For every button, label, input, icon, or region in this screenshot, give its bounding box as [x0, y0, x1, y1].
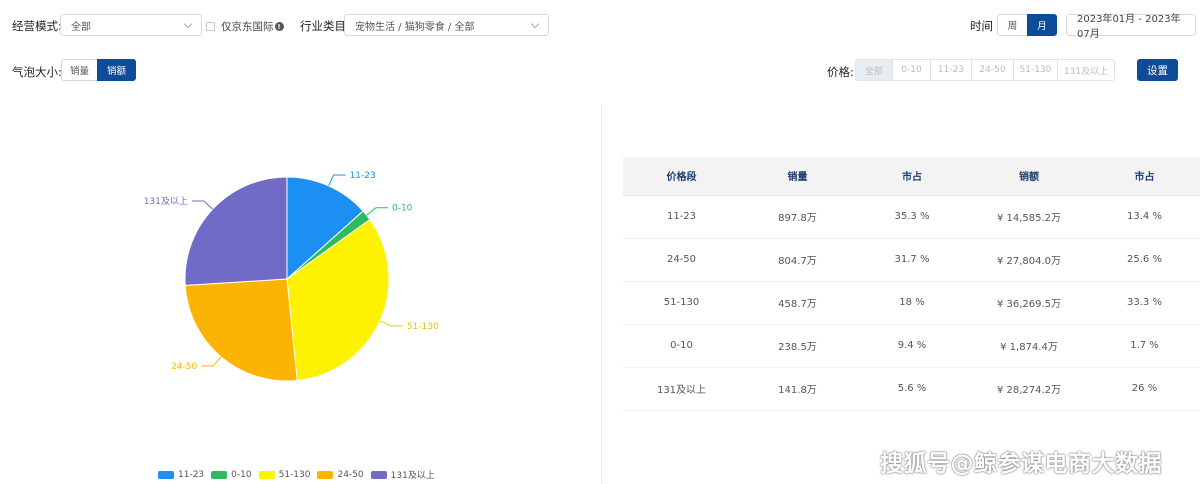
price-option-24-50[interactable]: 24-50 — [971, 59, 1014, 81]
cell-volume: 804.7万 — [740, 238, 855, 282]
legend-label: 24-50 — [337, 469, 364, 480]
pie-label-131及以上: 131及以上 — [144, 196, 188, 207]
cell-sales: ¥ 14,585.2万 — [969, 195, 1089, 239]
pie-label-24-50: 24-50 — [171, 362, 197, 372]
cell-price-segment: 11-23 — [623, 195, 740, 239]
price-option-0-10[interactable]: 0-10 — [892, 59, 931, 81]
bubble-size-label: 气泡大小: — [12, 65, 62, 79]
header-sales-share: 市占 — [1089, 157, 1200, 196]
chevron-down-icon — [530, 19, 540, 28]
category-label: 行业类目 — [300, 19, 346, 33]
table-header-row: 价格段 销量 市占 销额 市占 — [623, 157, 1200, 196]
time-option-week[interactable]: 周 — [997, 14, 1028, 36]
legend-label: 0-10 — [231, 469, 252, 480]
time-granularity-toggle[interactable]: 周 月 — [997, 14, 1057, 36]
header-sales: 销额 — [969, 157, 1089, 196]
cell-volume-share: 5.6 % — [855, 367, 969, 411]
table-row: 11-23 897.8万 35.3 % ¥ 14,585.2万 13.4 % — [623, 195, 1200, 239]
price-label: 价格: — [827, 65, 854, 79]
pie-leader-line — [191, 200, 213, 210]
watermark-text: 搜狐号@鲸参谋电商大数据 — [880, 451, 1162, 477]
cell-sales-share: 26 % — [1089, 367, 1200, 411]
cell-volume: 897.8万 — [740, 195, 855, 239]
header-price-segment: 价格段 — [623, 157, 740, 196]
time-option-month[interactable]: 月 — [1027, 14, 1057, 36]
header-volume: 销量 — [740, 157, 855, 196]
business-mode-select[interactable]: 全部 — [60, 14, 202, 36]
panel-divider — [601, 104, 602, 484]
legend-swatch — [258, 470, 275, 479]
cell-price-segment: 24-50 — [623, 238, 740, 282]
pie-slice-131及以上[interactable] — [184, 176, 288, 286]
price-option-11-23[interactable]: 11-23 — [930, 59, 972, 81]
table-row: 51-130 458.7万 18 % ¥ 36,269.5万 33.3 % — [623, 281, 1200, 325]
price-option-131-up[interactable]: 131及以上 — [1057, 59, 1115, 81]
cell-volume: 238.5万 — [740, 324, 855, 368]
cell-price-segment: 131及以上 — [623, 367, 740, 411]
legend-item-51-130[interactable]: 51-130 — [258, 469, 311, 480]
date-range-value: 2023年01月 - 2023年07月 — [1077, 14, 1181, 40]
price-segment-table-container: 价格段 销量 市占 销额 市占 11-23 897.8万 35.3 % ¥ 14… — [623, 157, 1200, 411]
legend-swatch — [370, 470, 387, 479]
cell-volume: 458.7万 — [740, 281, 855, 325]
legend-swatch — [158, 470, 174, 479]
cell-sales: ¥ 36,269.5万 — [969, 281, 1089, 325]
jd-intl-checkbox[interactable] — [206, 22, 215, 31]
jd-intl-checkbox-group[interactable]: 仅京东国际 ! — [206, 19, 284, 34]
cell-volume: 141.8万 — [740, 367, 855, 411]
bubble-option-sales[interactable]: 销额 — [97, 59, 136, 81]
cell-volume-share: 35.3 % — [855, 195, 969, 239]
legend-swatch — [317, 470, 334, 479]
chevron-down-icon — [183, 19, 193, 28]
cell-volume-share: 9.4 % — [855, 324, 969, 368]
legend-item-24-50[interactable]: 24-50 — [317, 469, 364, 480]
pie-leader-line — [379, 320, 403, 327]
date-range-picker[interactable]: 2023年01月 - 2023年07月 — [1066, 14, 1196, 40]
price-segment-pie-chart: 11-23 0-10 51-130 24-50 131及以上 — [144, 171, 439, 382]
cell-volume-share: 31.7 % — [855, 238, 969, 282]
cell-sales: ¥ 27,804.0万 — [969, 238, 1089, 282]
bubble-option-volume[interactable]: 销量 — [61, 59, 98, 81]
table-row: 0-10 238.5万 9.4 % ¥ 1,874.4万 1.7 % — [623, 324, 1200, 368]
business-mode-label: 经营模式: — [12, 19, 62, 33]
header-volume-share: 市占 — [855, 157, 969, 196]
pie-leader-line — [328, 174, 346, 187]
legend-item-131-up[interactable]: 131及以上 — [370, 468, 435, 481]
cell-volume-share: 18 % — [855, 281, 969, 325]
business-mode-value: 全部 — [71, 21, 91, 33]
legend-label: 131及以上 — [390, 471, 435, 481]
cell-sales: ¥ 1,874.4万 — [969, 324, 1089, 368]
price-option-51-130[interactable]: 51-130 — [1013, 59, 1058, 81]
info-icon[interactable]: ! — [274, 22, 284, 31]
legend-swatch — [211, 470, 228, 479]
time-label: 时间 — [970, 19, 993, 33]
settings-button[interactable]: 设置 — [1137, 59, 1178, 81]
jd-intl-label: 仅京东国际 — [221, 21, 274, 33]
legend-item-0-10[interactable]: 0-10 — [211, 469, 252, 480]
cell-price-segment: 0-10 — [623, 324, 740, 368]
table-row: 131及以上 141.8万 5.6 % ¥ 28,274.2万 26 % — [623, 367, 1200, 411]
price-option-all[interactable]: 全部 — [855, 59, 893, 81]
pie-label-11-23: 11-23 — [350, 171, 376, 181]
table-row: 24-50 804.7万 31.7 % ¥ 27,804.0万 25.6 % — [623, 238, 1200, 282]
cell-sales-share: 1.7 % — [1089, 324, 1200, 368]
category-select[interactable]: 宠物生活 / 猫狗零食 / 全部 — [344, 14, 549, 36]
chart-legend: 11-23 0-10 51-130 24-50 131及以上 — [158, 468, 442, 481]
legend-label: 51-130 — [278, 469, 311, 480]
bubble-size-toggle[interactable]: 销量 销额 — [61, 59, 136, 81]
legend-label: 11-23 — [178, 469, 205, 480]
pie-leader-line — [201, 356, 222, 367]
pie-label-0-10: 0-10 — [392, 204, 413, 214]
cell-sales: ¥ 28,274.2万 — [969, 367, 1089, 411]
pie-leader-line — [366, 207, 388, 216]
pie-label-51-130: 51-130 — [407, 322, 439, 332]
cell-sales-share: 13.4 % — [1089, 195, 1200, 239]
cell-sales-share: 25.6 % — [1089, 238, 1200, 282]
legend-item-11-23[interactable]: 11-23 — [158, 470, 204, 480]
price-segment-table: 价格段 销量 市占 销额 市占 11-23 897.8万 35.3 % ¥ 14… — [623, 157, 1200, 411]
cell-sales-share: 33.3 % — [1089, 281, 1200, 325]
price-range-filter[interactable]: 全部 0-10 11-23 24-50 51-130 131及以上 — [855, 59, 1115, 81]
category-value: 宠物生活 / 猫狗零食 / 全部 — [355, 21, 475, 33]
cell-price-segment: 51-130 — [623, 281, 740, 325]
